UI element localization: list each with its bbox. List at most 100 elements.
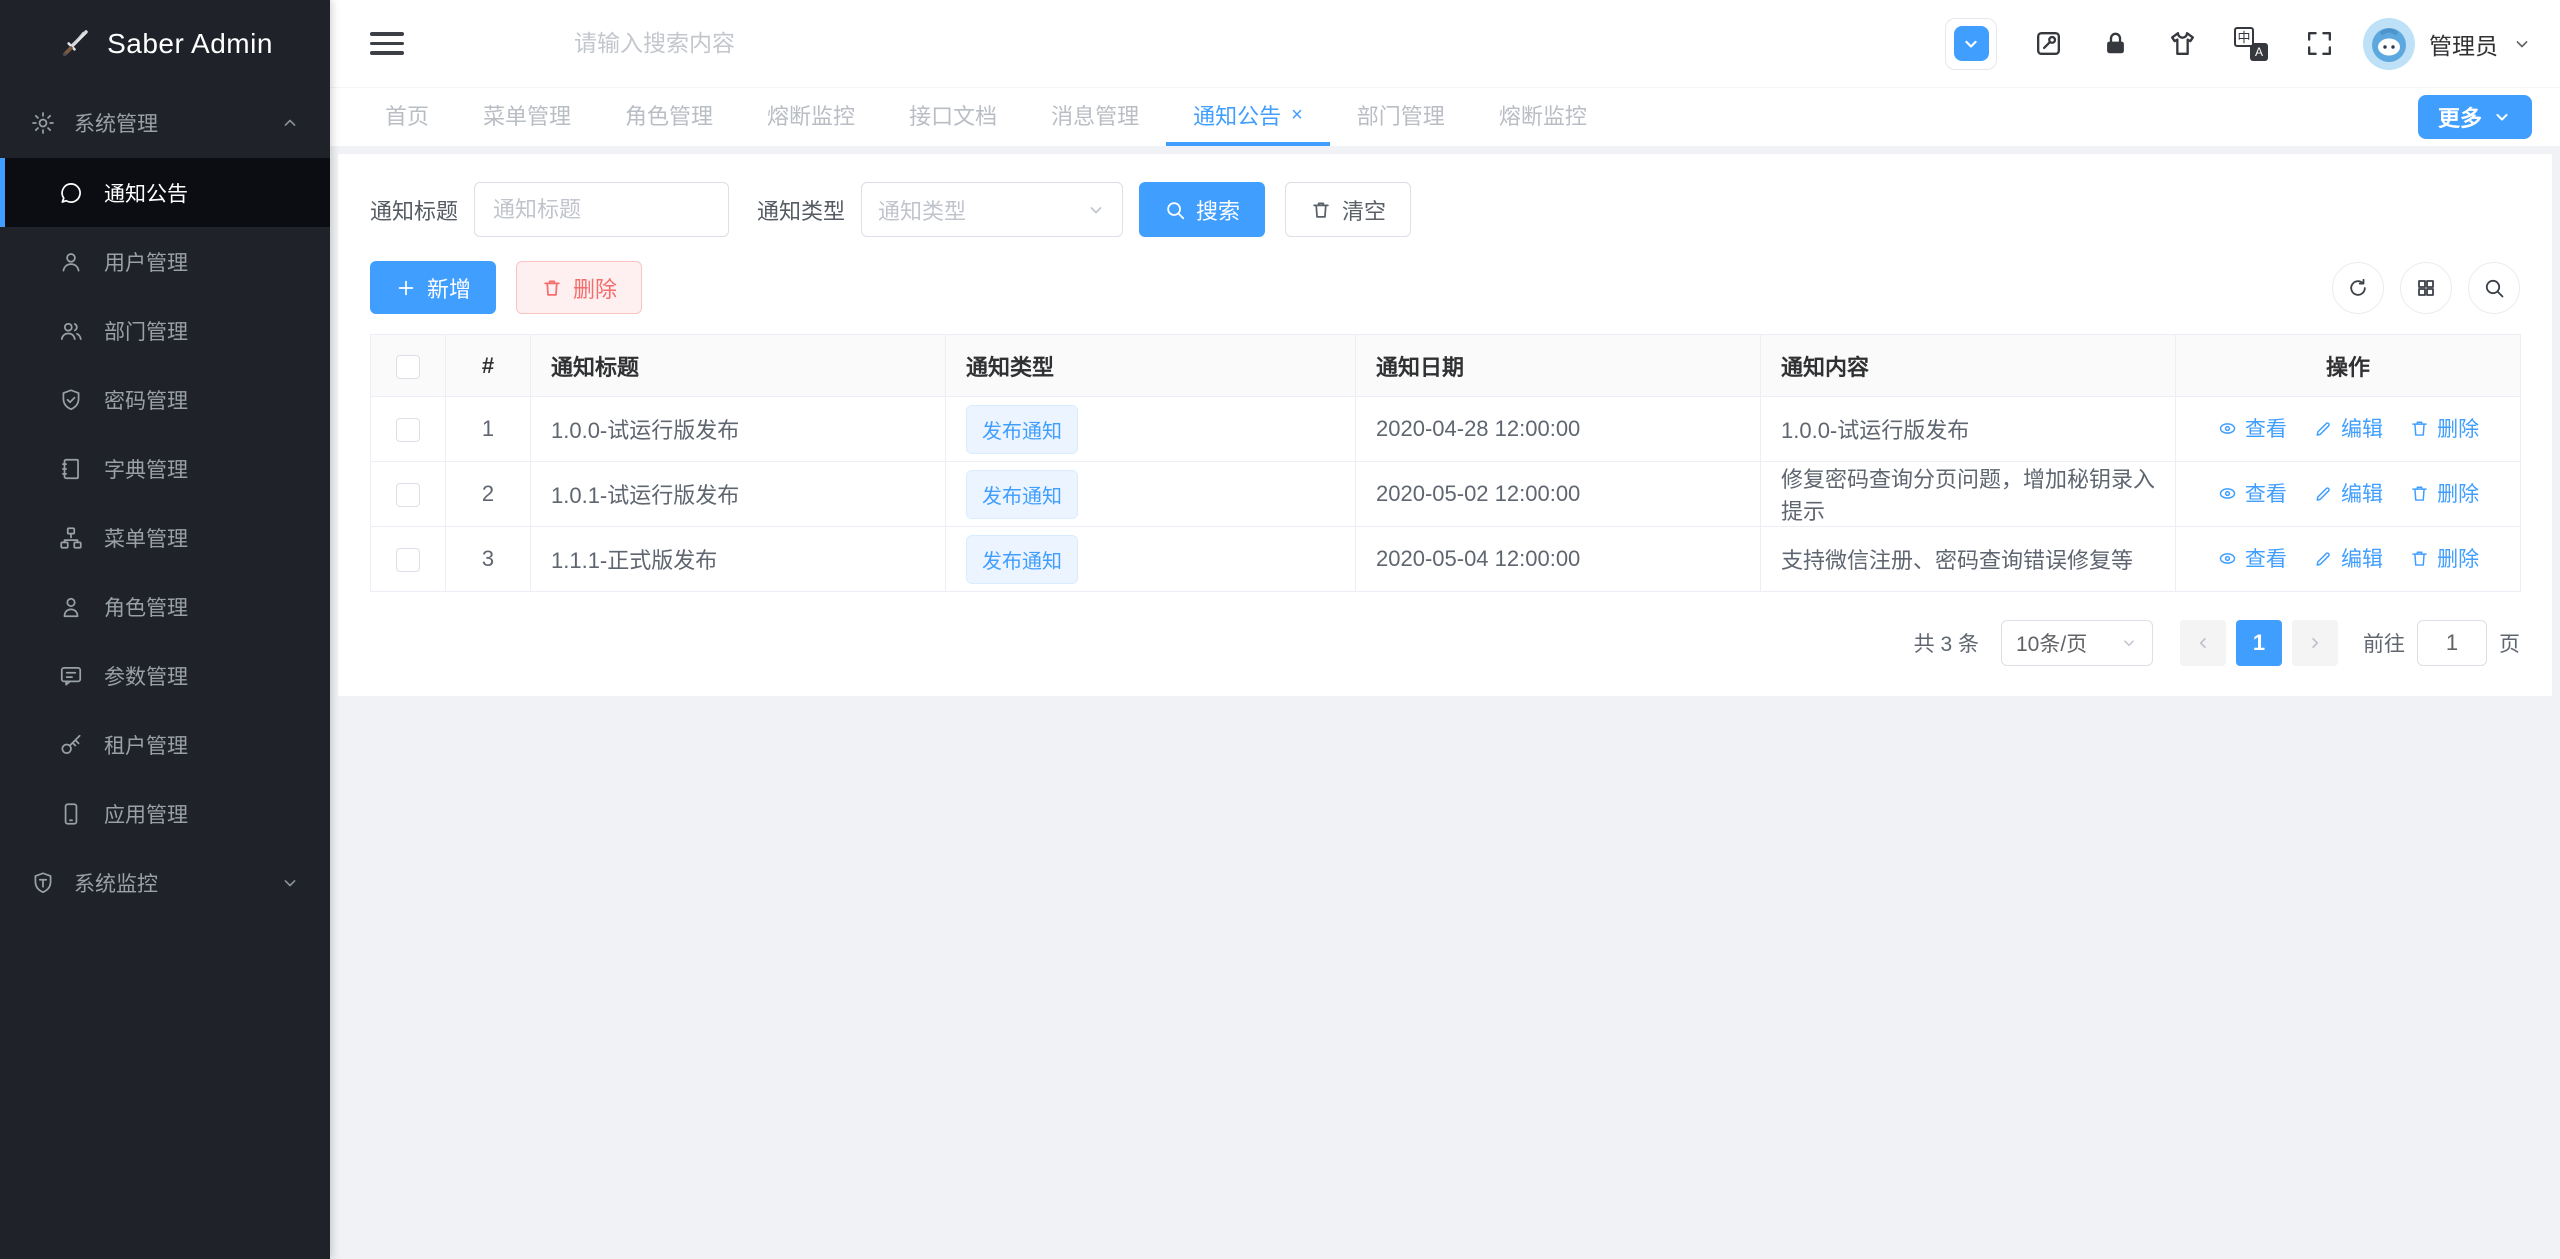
goto-label: 前往	[2363, 628, 2405, 658]
refresh-button[interactable]	[2332, 262, 2384, 314]
prev-page-button[interactable]	[2180, 620, 2226, 666]
sidebar-item-tenant-mgmt[interactable]: 租户管理	[0, 710, 330, 779]
pencil-icon	[2313, 548, 2334, 569]
sidebar-group-label: 系统管理	[74, 108, 158, 138]
page-size-select[interactable]: 10条/页	[2001, 620, 2153, 666]
notice-type-tag: 发布通知	[966, 535, 1078, 584]
row-date: 2020-05-02 12:00:00	[1356, 462, 1761, 527]
trash-icon	[2409, 418, 2430, 439]
search-button[interactable]: 搜索	[1139, 182, 1265, 237]
col-type: 通知类型	[946, 335, 1356, 397]
row-checkbox[interactable]	[396, 548, 420, 572]
lock-icon[interactable]	[2100, 28, 2131, 59]
sidebar-item-dept-mgmt[interactable]: 部门管理	[0, 296, 330, 365]
tab-message-mgmt[interactable]: 消息管理	[1024, 88, 1166, 146]
sidebar-item-dict-mgmt[interactable]: 字典管理	[0, 434, 330, 503]
sidebar-item-app-mgmt[interactable]: 应用管理	[0, 779, 330, 848]
debug-tool-icon[interactable]	[2033, 28, 2064, 59]
delete-link[interactable]: 删除	[2409, 543, 2479, 573]
search-toggle-button[interactable]	[2468, 262, 2520, 314]
edit-link[interactable]: 编辑	[2313, 543, 2383, 573]
delete-link[interactable]: 删除	[2409, 478, 2479, 508]
sidebar-item-password-mgmt[interactable]: 密码管理	[0, 365, 330, 434]
add-button[interactable]: 新增	[370, 261, 496, 314]
chevron-right-icon	[2306, 634, 2324, 652]
tab-api-docs[interactable]: 接口文档	[882, 88, 1024, 146]
view-link[interactable]: 查看	[2217, 543, 2287, 573]
tab-circuit-monitor[interactable]: 熔断监控	[740, 88, 882, 146]
global-search-input[interactable]	[574, 30, 1194, 57]
tab-menu-mgmt[interactable]: 菜单管理	[456, 88, 598, 146]
tab-dept-mgmt[interactable]: 部门管理	[1330, 88, 1472, 146]
row-index: 1	[446, 397, 531, 462]
tab-close-icon[interactable]: ×	[1291, 105, 1303, 125]
tab-role-mgmt[interactable]: 角色管理	[598, 88, 740, 146]
edit-link[interactable]: 编辑	[2313, 413, 2383, 443]
translate-zh-glyph: 中	[2234, 27, 2254, 47]
eye-icon	[2217, 483, 2238, 504]
sidebar-item-label: 字典管理	[104, 454, 188, 484]
notice-type-select[interactable]: 通知类型	[861, 182, 1123, 237]
row-date: 2020-04-28 12:00:00	[1356, 397, 1761, 462]
tab-home[interactable]: 首页	[358, 88, 456, 146]
tab-circuit-monitor-2[interactable]: 熔断监控	[1472, 88, 1614, 146]
theme-tshirt-icon[interactable]	[2167, 28, 2198, 59]
notice-title-input[interactable]	[474, 182, 729, 237]
sidebar-item-label: 参数管理	[104, 661, 188, 691]
pencil-icon	[2313, 483, 2334, 504]
notice-type-tag: 发布通知	[966, 405, 1078, 454]
tab-notice[interactable]: 通知公告 ×	[1166, 88, 1330, 146]
view-link[interactable]: 查看	[2217, 413, 2287, 443]
sidebar-item-role-mgmt[interactable]: 角色管理	[0, 572, 330, 641]
sidebar-item-user-mgmt[interactable]: 用户管理	[0, 227, 330, 296]
topbar-actions: 中 A 管理员	[1945, 18, 2532, 70]
row-checkbox[interactable]	[396, 483, 420, 507]
col-ops: 操作	[2176, 335, 2521, 397]
sidebar-item-label: 通知公告	[104, 178, 188, 208]
sidebar-item-label: 租户管理	[104, 730, 188, 760]
goto-page-input[interactable]	[2417, 620, 2487, 666]
edit-link[interactable]: 编辑	[2313, 478, 2383, 508]
page-unit-label: 页	[2499, 628, 2520, 658]
sidebar-item-label: 密码管理	[104, 385, 188, 415]
sidebar-item-notice[interactable]: 通知公告	[0, 158, 330, 227]
sidebar-collapse-icon[interactable]	[370, 32, 404, 55]
app-logo[interactable]: Saber Admin	[0, 0, 330, 88]
row-content: 修复密码查询分页问题，增加秘钥录入提示	[1761, 462, 2176, 527]
trash-icon	[1310, 199, 1332, 221]
shield-check-icon	[58, 387, 84, 413]
user-menu[interactable]: 管理员	[2363, 18, 2532, 70]
sitemap-icon	[58, 525, 84, 551]
row-content: 1.0.0-试运行版发布	[1761, 397, 2176, 462]
view-link[interactable]: 查看	[2217, 478, 2287, 508]
language-translate-icon[interactable]: 中 A	[2234, 27, 2268, 61]
notice-card: 通知标题 通知类型 通知类型 搜索 清空	[338, 154, 2552, 696]
page-number-1[interactable]: 1	[2236, 620, 2282, 666]
message-lines-icon	[58, 663, 84, 689]
users-icon	[58, 318, 84, 344]
notice-table: # 通知标题 通知类型 通知日期 通知内容 操作 1 1.0.0-试运行版发布 …	[370, 334, 2521, 592]
sidebar-menu: 系统管理 通知公告 用户管理 部门管理	[0, 88, 330, 1259]
clear-button[interactable]: 清空	[1285, 182, 1411, 237]
more-tabs-button[interactable]: 更多	[2418, 95, 2532, 139]
select-all-checkbox[interactable]	[396, 355, 420, 379]
top-menu-toggle-button[interactable]	[1945, 18, 1997, 70]
sidebar-item-param-mgmt[interactable]: 参数管理	[0, 641, 330, 710]
avatar	[2363, 18, 2415, 70]
delete-link[interactable]: 删除	[2409, 413, 2479, 443]
delete-button[interactable]: 删除	[516, 261, 642, 314]
sidebar-group-system-mgmt[interactable]: 系统管理	[0, 88, 330, 158]
sidebar-item-menu-mgmt[interactable]: 菜单管理	[0, 503, 330, 572]
row-title: 1.0.0-试运行版发布	[531, 397, 946, 462]
chat-bubble-icon	[58, 180, 84, 206]
sidebar-group-system-monitor[interactable]: 系统监控	[0, 848, 330, 918]
fullscreen-icon[interactable]	[2304, 28, 2335, 59]
filter-row: 通知标题 通知类型 通知类型 搜索 清空	[370, 182, 2520, 237]
next-page-button[interactable]	[2292, 620, 2338, 666]
trash-icon	[2409, 548, 2430, 569]
column-settings-button[interactable]	[2400, 262, 2452, 314]
row-checkbox[interactable]	[396, 418, 420, 442]
table-row: 1 1.0.0-试运行版发布 发布通知 2020-04-28 12:00:00 …	[371, 397, 2521, 462]
refresh-icon	[2346, 276, 2370, 300]
user-icon	[58, 249, 84, 275]
